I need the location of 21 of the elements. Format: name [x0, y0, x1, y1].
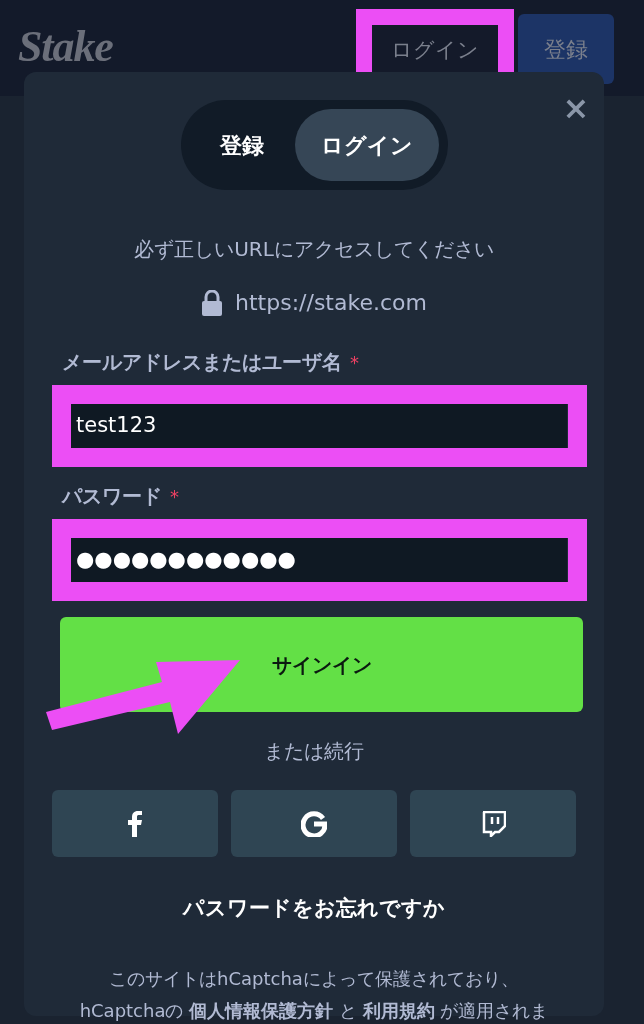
sign-in-button[interactable]: サインイン — [60, 617, 583, 712]
notice-text: 必ず正しいURLにアクセスしてください — [134, 236, 494, 263]
captcha-notice-text: このサイトはhCaptchaによって保護されており、 — [109, 966, 519, 991]
tab[interactable]: ログイン — [294, 109, 439, 181]
facebook-icon — [128, 810, 142, 837]
tab[interactable]: 登録 — [189, 109, 295, 181]
twitch-icon — [480, 810, 506, 837]
google-icon — [301, 810, 327, 837]
social-login-button[interactable] — [231, 790, 397, 857]
forgot-password-link[interactable]: パスワードをお忘れですか — [183, 893, 445, 925]
input-field[interactable]: ●●●●●●●●●●●● — [71, 538, 567, 582]
field-label: パスワード — [62, 483, 162, 510]
url-text: https://stake.com — [235, 289, 427, 317]
close-button[interactable]: × — [558, 90, 594, 126]
required-mark: * — [350, 350, 359, 375]
required-mark: * — [170, 484, 179, 509]
field-label: メールアドレスまたはユーザ名 — [62, 349, 342, 376]
captcha-notice-text: hCaptchaの 個人情報保護方針 と 利用規約 が適用されま — [79, 998, 549, 1023]
input-field[interactable]: test123 — [71, 404, 567, 448]
lock-icon — [201, 289, 224, 316]
divider-text: または続行 — [264, 738, 364, 765]
